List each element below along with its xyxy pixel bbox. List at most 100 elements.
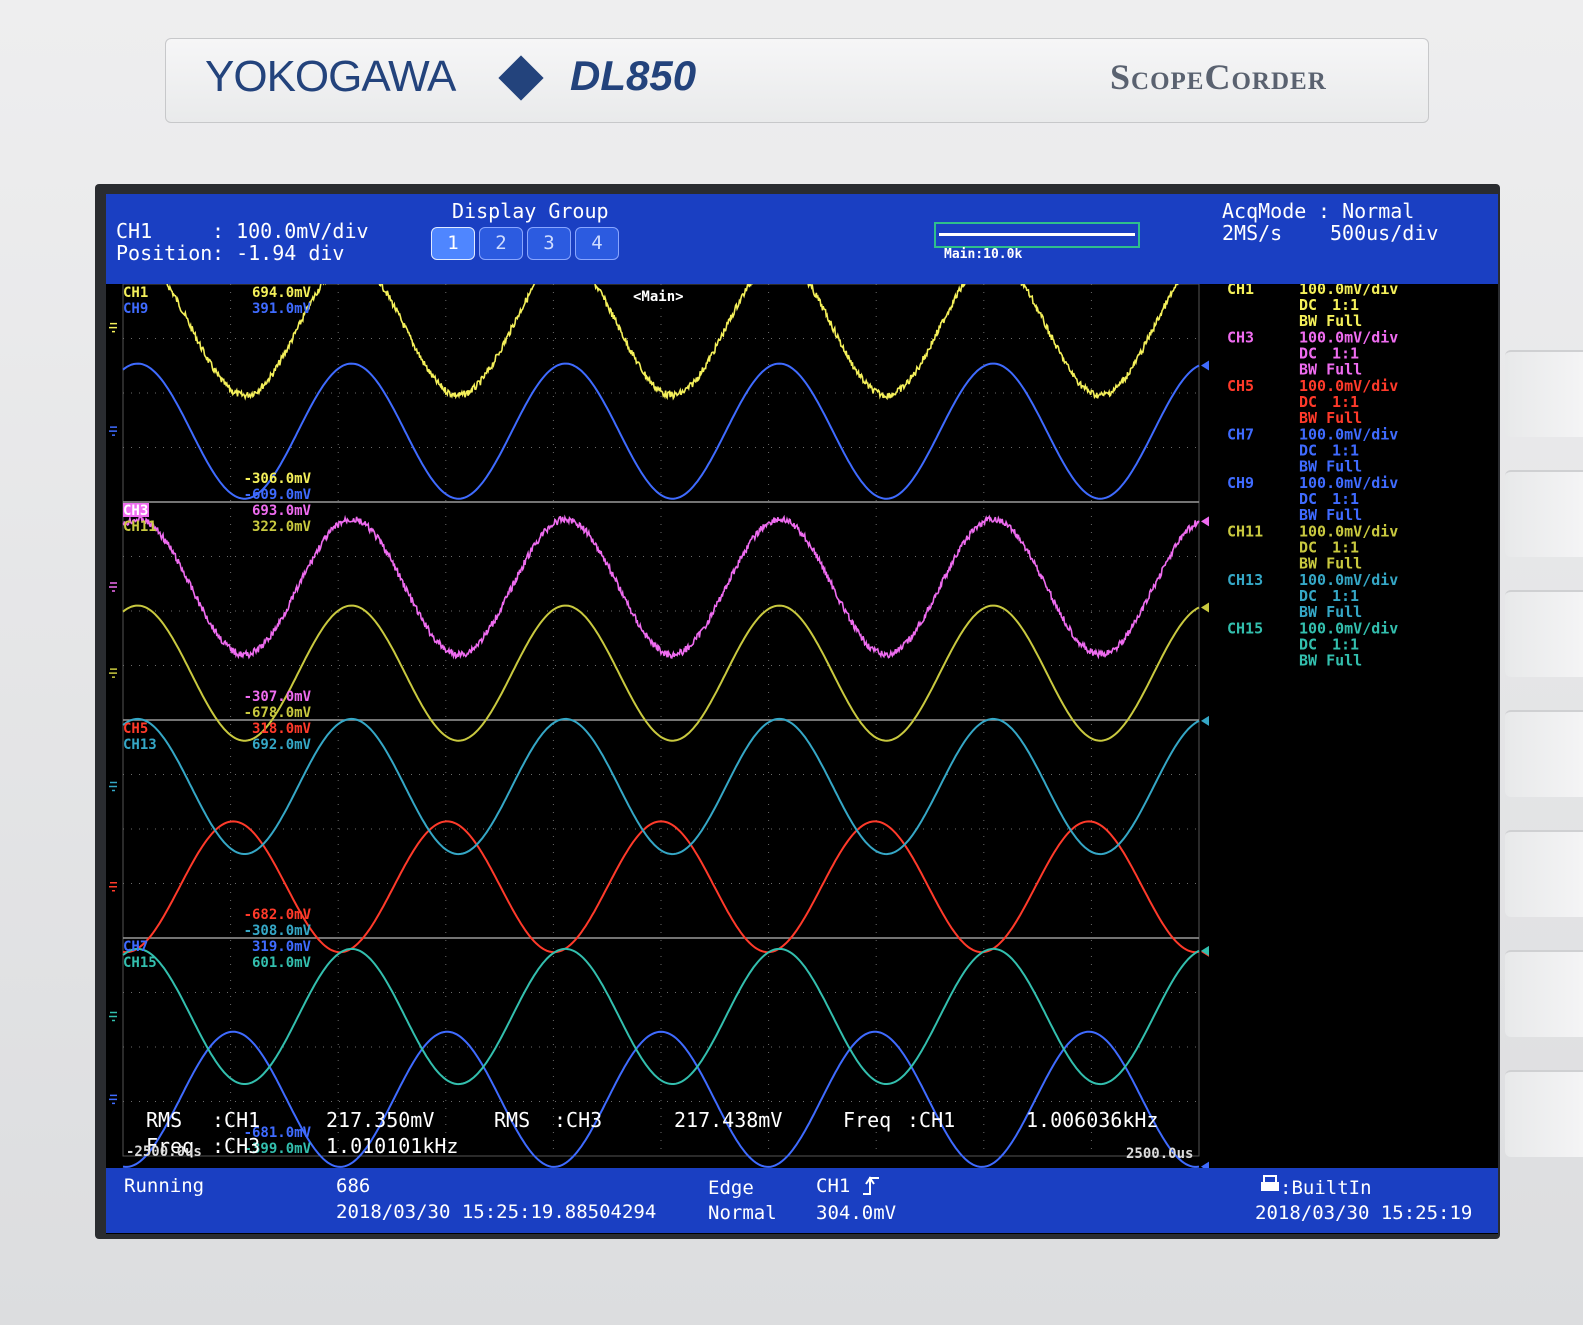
setting-bandwidth: BW Full	[1299, 361, 1362, 379]
setting-channel[interactable]: CH13	[1227, 571, 1263, 589]
brand-logo: YOKOGAWA	[205, 52, 456, 101]
main-window-marker: <Main>	[633, 289, 684, 305]
zone-channel-label: CH15	[123, 955, 157, 971]
zone-max-value: 694.0mV	[252, 285, 312, 301]
timebase: 500us/div	[1330, 221, 1439, 245]
measurement-1-value: 217.350mV	[326, 1108, 434, 1132]
setting-channel[interactable]: CH11	[1227, 523, 1263, 541]
channel-scale: : 100.0mV/div	[212, 219, 369, 243]
soft-key[interactable]	[1505, 1070, 1583, 1157]
soft-key[interactable]	[1505, 470, 1583, 557]
acq-mode-label: AcqMode	[1222, 199, 1307, 223]
zone-channel-label: CH13	[123, 737, 157, 753]
soft-key[interactable]	[1505, 830, 1583, 917]
setting-bandwidth: BW Full	[1299, 506, 1362, 524]
scope-screen: CH1 : 100.0mV/div Position : -1.94 div D…	[106, 194, 1498, 1234]
zone-max-value: 391.0mV	[252, 301, 312, 317]
ground-marker-ch9[interactable]	[109, 426, 117, 436]
setting-bandwidth: BW Full	[1299, 458, 1362, 476]
display-group-1-button[interactable]: 1	[431, 227, 475, 260]
zone-min-value: -308.0mV	[244, 923, 312, 939]
rising-edge-icon	[863, 1176, 879, 1195]
ground-marker-ch3[interactable]	[109, 582, 117, 592]
zone-min-value: -682.0mV	[244, 907, 312, 923]
waveform-display: CH1 694.0mV -306.0mV CH9 391.0mV -609.0mV CH3 6…	[109, 284, 1398, 1168]
zone-min-value: -306.0mV	[244, 471, 312, 487]
acquisition-count: 686	[336, 1175, 370, 1197]
measurement-1-type: RMS	[146, 1108, 182, 1132]
setting-channel[interactable]: CH7	[1227, 426, 1254, 444]
zone-channel-label: CH9	[123, 301, 148, 317]
trigger-level: 304.0mV	[816, 1202, 896, 1224]
ground-marker-ch11[interactable]	[109, 668, 117, 678]
trace-end-marker-ch13	[1201, 715, 1209, 726]
setting-channel[interactable]: CH15	[1227, 620, 1263, 638]
setting-bandwidth: BW Full	[1299, 555, 1362, 573]
soft-key[interactable]	[1505, 950, 1583, 1037]
trigger-mode: Normal	[708, 1202, 777, 1224]
trace-end-marker-ch11	[1201, 602, 1209, 613]
bottom-status-bar: Running 686 2018/03/30 15:25:19.88504294…	[106, 1168, 1498, 1233]
measurement-4-value: 1.010101kHz	[326, 1134, 458, 1158]
zone-min-value: -609.0mV	[244, 487, 312, 503]
setting-channel[interactable]: CH3	[1227, 329, 1254, 347]
zone-channel-label: CH7	[123, 939, 148, 955]
zoom-window-indicator	[934, 222, 1140, 248]
ground-marker-ch5[interactable]	[109, 882, 117, 892]
storage-media: :BuiltIn	[1280, 1177, 1372, 1199]
model-name: DL850	[570, 52, 697, 99]
setting-channel[interactable]: CH9	[1227, 474, 1254, 492]
zone-max-value: 318.0mV	[252, 721, 312, 737]
setting-bandwidth: BW Full	[1299, 312, 1362, 330]
zone-min-value: -307.0mV	[244, 689, 312, 705]
ground-marker-ch13[interactable]	[109, 781, 117, 792]
soft-key[interactable]	[1505, 350, 1583, 437]
zone-max-value: 319.0mV	[252, 939, 312, 955]
sample-rate: 2MS/s	[1222, 221, 1283, 245]
setting-bandwidth: BW Full	[1299, 603, 1362, 621]
setting-bandwidth: BW Full	[1299, 652, 1362, 670]
trace-end-marker-ch3	[1201, 516, 1209, 527]
trigger-source: CH1	[816, 1175, 850, 1197]
trigger-type: Edge	[708, 1177, 754, 1199]
top-status-bar: CH1 : 100.0mV/div Position : -1.94 div D…	[106, 194, 1498, 284]
display-group-label: Display Group	[452, 199, 609, 223]
ground-marker-ch1[interactable]	[109, 322, 117, 333]
zone-channel-label: CH5	[123, 721, 148, 737]
zone-min-value: -678.0mV	[244, 705, 312, 721]
ground-marker-ch15[interactable]	[109, 1011, 117, 1022]
acquisition-state: Running	[124, 1175, 204, 1197]
soft-key[interactable]	[1505, 590, 1583, 677]
setting-channel[interactable]: CH5	[1227, 377, 1254, 395]
setting-bandwidth: BW Full	[1299, 409, 1362, 427]
selected-channel: CH1	[116, 219, 153, 243]
printer-icon	[1261, 1175, 1279, 1191]
measurement-1-channel: :CH1	[212, 1108, 260, 1132]
soft-key[interactable]	[1505, 710, 1583, 797]
trace-end-marker-ch9	[1201, 360, 1209, 371]
zone-channel-label: CH11	[123, 519, 157, 535]
acq-mode-value: : Normal	[1318, 199, 1415, 223]
time-axis-end: 2500.0us	[1126, 1146, 1193, 1162]
product-name: ScopeCorder	[1110, 57, 1327, 97]
zone-max-value: 692.0mV	[252, 737, 312, 753]
zone-channel-label: CH1	[123, 285, 148, 301]
zoom-label: Main:10.0k	[944, 247, 1023, 262]
zone-max-value: 322.0mV	[252, 519, 312, 535]
zone-max-value: 693.0mV	[252, 503, 312, 519]
measurement-4-channel: :CH3	[212, 1134, 260, 1158]
zone-max-value: 601.0mV	[252, 955, 312, 971]
measurement-3-value: 1.006036kHz	[1026, 1108, 1158, 1132]
display-group-2-button[interactable]: 2	[479, 227, 523, 260]
display-group-3-button[interactable]: 3	[527, 227, 571, 260]
position-label: Position	[116, 241, 213, 265]
measurement-2-type: RMS	[494, 1108, 530, 1132]
time-axis-start: -2500.0us	[126, 1144, 202, 1160]
measurement-2-value: 217.438mV	[674, 1108, 782, 1132]
setting-channel[interactable]: CH1	[1227, 284, 1254, 298]
position-value: : -1.94 div	[212, 241, 345, 265]
measurement-3-channel: :CH1	[907, 1108, 955, 1132]
display-group-4-button[interactable]: 4	[575, 227, 619, 260]
ground-marker-ch7[interactable]	[109, 1094, 117, 1105]
system-clock: 2018/03/30 15:25:19	[1255, 1202, 1472, 1224]
